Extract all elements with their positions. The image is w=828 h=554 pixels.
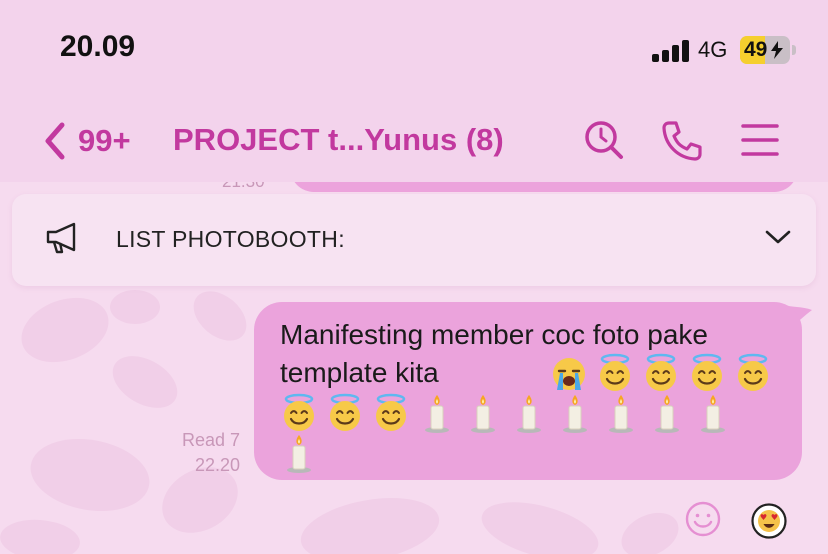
chevron-left-icon xyxy=(45,122,65,160)
smiling-face-with-halo-emoji xyxy=(692,353,722,391)
smiling-face-with-halo-emoji xyxy=(376,393,406,431)
pinned-announcement[interactable]: LIST PHOTOBOOTH: xyxy=(12,194,816,286)
message-time: 22.20 xyxy=(194,455,240,475)
menu-icon[interactable] xyxy=(738,118,782,162)
smiling-face-with-halo-emoji xyxy=(646,353,676,391)
candle-emoji xyxy=(517,395,541,433)
candle-emoji xyxy=(471,395,495,433)
emoji-row-2 xyxy=(278,392,734,434)
unread-count: 99+ xyxy=(78,123,131,158)
signal-icon xyxy=(652,38,692,62)
candle-emoji xyxy=(701,395,725,433)
candle-emoji xyxy=(655,395,679,433)
candle-emoji xyxy=(287,435,311,473)
smiley-add-icon[interactable] xyxy=(684,500,722,538)
chevron-down-icon[interactable] xyxy=(764,228,792,246)
candle-emoji xyxy=(425,395,449,433)
network-type: 4G xyxy=(698,37,728,62)
top-bar: 20.09 4G 49 99+ PROJECT t...Yunus (8) xyxy=(0,0,828,182)
candle-emoji xyxy=(563,395,587,433)
battery-icon: 49 xyxy=(740,36,790,64)
phone-icon[interactable] xyxy=(660,118,704,162)
back-button[interactable]: 99+ xyxy=(44,116,131,166)
battery-tip xyxy=(792,45,796,55)
search-icon[interactable] xyxy=(582,118,626,162)
loudly-crying-face-emoji xyxy=(553,358,585,390)
read-status: Read 7 xyxy=(181,430,240,450)
smiling-face-with-halo-emoji xyxy=(600,353,630,391)
smiling-face-with-halo-emoji xyxy=(284,393,314,431)
charging-bolt-icon xyxy=(771,41,783,59)
heart-eyes-reaction-icon[interactable] xyxy=(751,503,787,539)
status-time: 20.09 xyxy=(60,30,136,63)
smiling-face-with-halo-emoji xyxy=(738,353,768,391)
battery-percent: 49 xyxy=(744,38,768,61)
pinned-text: LIST PHOTOBOOTH: xyxy=(116,226,345,252)
chat-title[interactable]: PROJECT t...Yunus (8) xyxy=(173,122,504,158)
emoji-row-3 xyxy=(278,432,320,474)
smiling-face-with-halo-emoji xyxy=(330,393,360,431)
candle-emoji xyxy=(609,395,633,433)
megaphone-icon xyxy=(46,222,76,254)
emoji-row-1 xyxy=(548,352,774,394)
